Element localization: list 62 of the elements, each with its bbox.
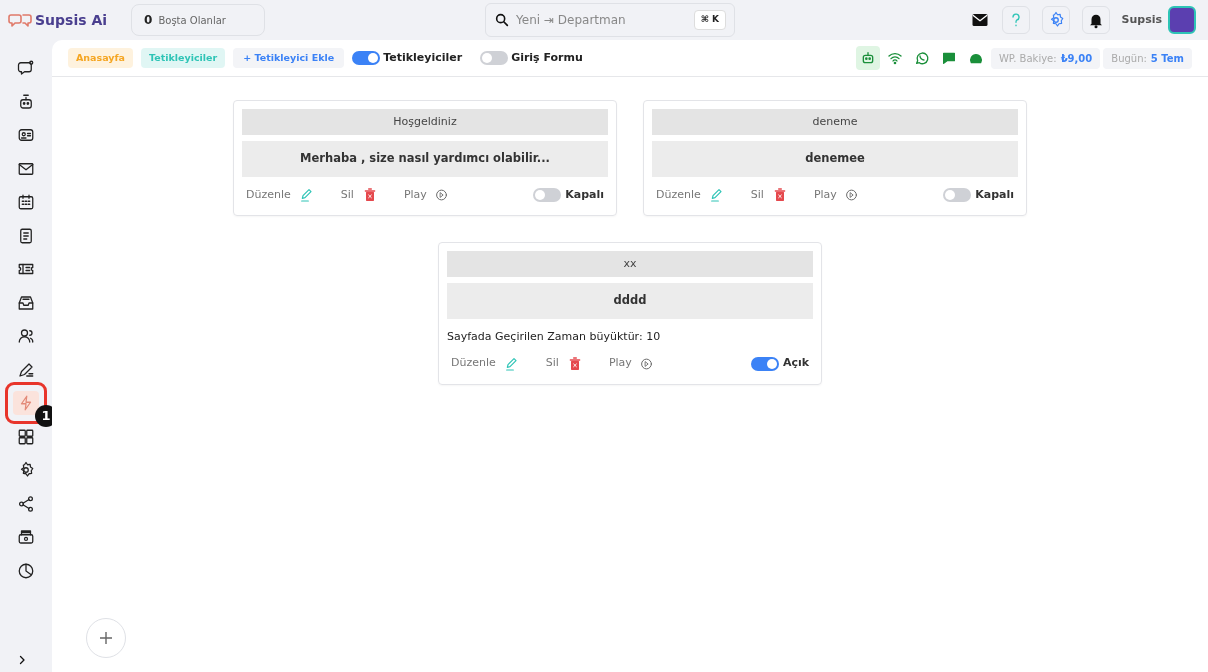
mail-icon[interactable]	[969, 11, 990, 29]
status-label: Açık	[782, 355, 809, 372]
plus-icon	[99, 631, 113, 645]
idle-agents-counter: 0 Boşta Olanlar	[131, 4, 266, 36]
pencil-icon	[708, 187, 725, 203]
action-link[interactable]: Sil	[750, 186, 788, 204]
inbox-tray-icon	[17, 293, 35, 312]
settings-button[interactable]	[1041, 6, 1070, 34]
search-icon	[494, 12, 511, 28]
calendar-icon	[17, 193, 35, 211]
action-link[interactable]: Düzenle	[451, 355, 520, 372]
add-trigger-button[interactable]: + Tetikleyici Ekle	[233, 47, 345, 69]
toggle-switch[interactable]	[480, 51, 509, 65]
action-link[interactable]: Sil	[340, 186, 378, 204]
trigger-title: xx	[447, 251, 813, 277]
robot-icon	[17, 92, 35, 111]
user-name: Supsis	[1121, 11, 1162, 28]
play-icon	[844, 187, 858, 203]
grid-icon	[17, 427, 35, 446]
action-link[interactable]: Düzenle	[246, 186, 315, 204]
shortcut-hint: ⌘ K	[693, 10, 727, 30]
whatsapp-icon[interactable]	[913, 50, 930, 66]
play-icon	[639, 355, 653, 372]
trigger-message: dddd	[447, 283, 813, 319]
chat-bubble-icon	[17, 59, 35, 77]
search-text: Yeni ⇥ Departman	[516, 12, 626, 29]
toggle-label: Tetikleyiciler	[383, 49, 463, 66]
trigger-title: deneme	[652, 109, 1018, 135]
action-link[interactable]: Play	[813, 186, 858, 204]
trigger-message: Merhaba , size nasıl yardımcı olabilir...	[242, 141, 608, 177]
toggle-label: Giriş Formu	[511, 49, 583, 66]
date-label: Bugün: 5 Tem	[1103, 47, 1192, 69]
status-label: Kapalı	[975, 186, 1014, 203]
toggle-switch[interactable]	[943, 188, 972, 202]
status-label: Kapalı	[565, 186, 604, 203]
action-link[interactable]: Play	[608, 355, 653, 372]
trigger-message: denemee	[652, 141, 1018, 177]
add-button[interactable]	[86, 618, 126, 658]
toggle-switch[interactable]	[352, 51, 381, 65]
share-icon	[17, 494, 35, 513]
cash-register-icon	[17, 528, 35, 546]
action-link[interactable]: Play	[403, 186, 448, 204]
balance-label: WP. Bakiye: ₺9,00	[990, 47, 1101, 69]
play-icon	[434, 187, 448, 203]
notifications-button[interactable]	[1081, 6, 1110, 34]
pencil-icon	[298, 187, 315, 203]
pie-chart-icon	[17, 561, 35, 580]
toggle-switch[interactable]	[750, 356, 779, 371]
sidebar-item[interactable]	[13, 391, 39, 415]
id-card-icon	[17, 126, 35, 144]
users-icon	[17, 327, 35, 345]
pencil-icon	[503, 355, 520, 372]
search-field[interactable]: Yeni ⇥ Departman ⌘ K	[485, 3, 736, 37]
action-link[interactable]: Düzenle	[656, 186, 725, 204]
wifi-icon[interactable]	[886, 50, 903, 66]
trigger-title: Hoşgeldiniz	[242, 109, 608, 135]
avatar[interactable]	[1168, 6, 1196, 34]
toggle-switch[interactable]	[533, 188, 562, 202]
action-link[interactable]: Sil	[545, 355, 583, 372]
logo-text: Supsis Ai	[35, 10, 108, 30]
document-icon	[17, 226, 35, 245]
trigger-condition: Sayfada Geçirilen Zaman büyüktür: 10	[447, 329, 662, 345]
